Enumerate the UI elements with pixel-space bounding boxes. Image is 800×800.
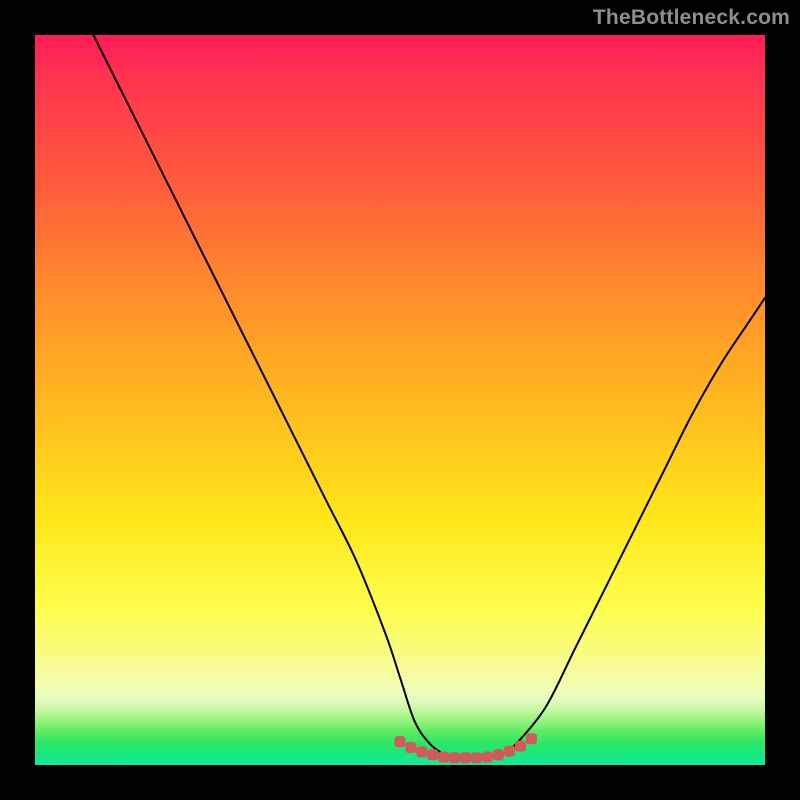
sweet-spot-markers [395, 733, 537, 763]
marker-point [460, 752, 471, 763]
marker-point [405, 742, 416, 753]
marker-point [395, 736, 406, 747]
marker-point [449, 752, 460, 763]
marker-point [504, 746, 515, 757]
chart-svg [35, 35, 765, 765]
marker-point [526, 733, 537, 744]
marker-point [471, 752, 482, 763]
marker-point [515, 741, 526, 752]
marker-point [493, 749, 504, 760]
marker-point [438, 751, 449, 762]
marker-point [427, 749, 438, 760]
plot-area [35, 35, 765, 765]
marker-point [482, 751, 493, 762]
watermark-text: TheBottleneck.com [593, 6, 790, 30]
chart-frame: TheBottleneck.com [0, 0, 800, 800]
bottleneck-curve [93, 35, 765, 758]
marker-point [416, 746, 427, 757]
